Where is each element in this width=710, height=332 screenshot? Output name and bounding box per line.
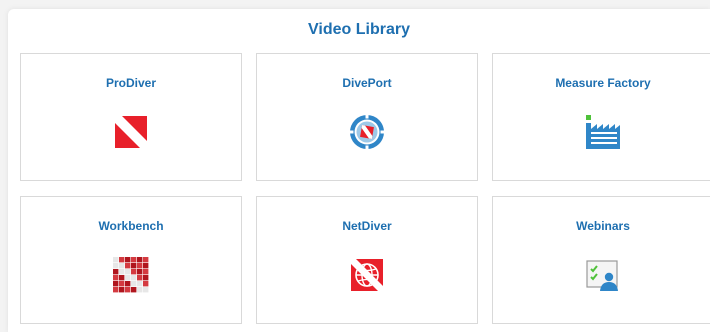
page-title: Video Library	[308, 21, 410, 38]
card-label: Webinars	[576, 219, 630, 233]
webinars-presenter-icon	[585, 257, 621, 293]
card-label: Workbench	[98, 219, 164, 233]
card-webinars[interactable]: Webinars	[492, 196, 710, 324]
diveport-compass-icon	[349, 114, 385, 150]
netdiver-globe-icon	[349, 257, 385, 293]
card-label: NetDiver	[342, 219, 392, 233]
card-label: ProDiver	[105, 76, 157, 90]
card-diveport[interactable]: DivePort	[256, 53, 478, 181]
video-library-panel: Video Library ProDiver DivePort Measure …	[8, 9, 710, 332]
card-label: DivePort	[342, 76, 392, 90]
card-measure-factory[interactable]: Measure Factory	[492, 53, 710, 181]
prodiver-icon	[113, 114, 149, 150]
card-prodiver[interactable]: ProDiver	[20, 53, 242, 181]
measure-factory-icon	[585, 114, 621, 150]
card-label: Measure Factory	[555, 76, 651, 90]
workbench-grid-icon	[113, 257, 149, 293]
card-workbench[interactable]: Workbench	[20, 196, 242, 324]
card-netdiver[interactable]: NetDiver	[256, 196, 478, 324]
